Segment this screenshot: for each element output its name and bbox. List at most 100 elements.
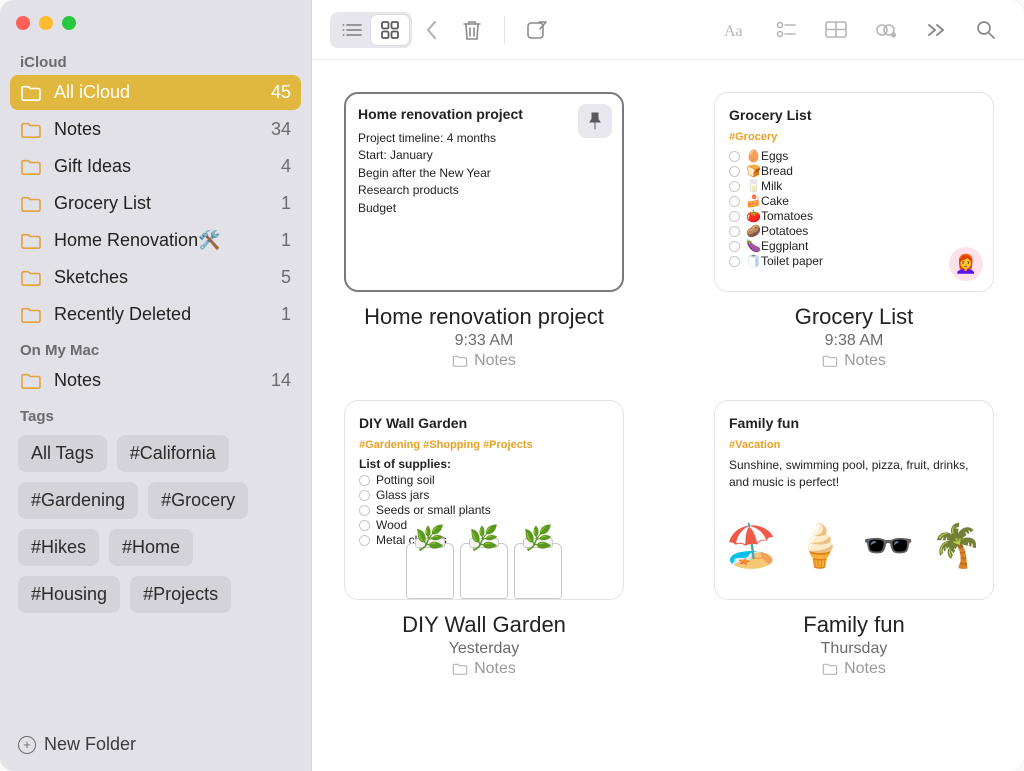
close-window-button[interactable] [16,16,30,30]
toolbar: Aa + [312,0,1024,60]
card-line: Research products [358,182,610,199]
tag-pill[interactable]: #Home [109,529,193,566]
checklist-item: 🍰Cake [729,194,979,208]
note-title: Grocery List [795,304,914,330]
shared-avatar: 👩‍🦰 [949,247,983,281]
plus-circle-icon: + [18,736,36,754]
note-location-label: Notes [844,352,886,370]
tags-section-label: Tags [10,398,301,429]
note-location: Notes [452,660,516,678]
svg-text:+: + [892,33,896,39]
list-icon [342,23,362,37]
note: Home renovation projectProject timeline:… [344,92,624,370]
folder-name: Home Renovation🛠️ [54,230,281,251]
link-icon: + [874,20,898,40]
search-button[interactable] [964,12,1008,48]
trash-icon [462,19,482,41]
sidebar-folder[interactable]: Notes34 [10,112,301,147]
checklist-text: 🥚Eggs [746,149,788,163]
tag-pill[interactable]: #Hikes [18,529,99,566]
sidebar-section-label: iCloud [10,44,301,75]
more-button[interactable] [914,12,958,48]
tag-pill[interactable]: #California [117,435,229,472]
checkbox-icon [729,211,740,222]
sidebar-folder[interactable]: Home Renovation🛠️1 [10,223,301,258]
folder-icon [20,269,42,287]
minimize-window-button[interactable] [39,16,53,30]
sidebar-folder[interactable]: Notes14 [10,363,301,398]
checkbox-icon [729,196,740,207]
folder-name: Notes [54,370,271,391]
note: DIY Wall Garden#Gardening #Shopping #Pro… [344,400,624,678]
folder-icon [20,232,42,250]
card-title: Grocery List [729,107,979,123]
checkbox-icon [729,151,740,162]
note-card[interactable]: Home renovation projectProject timeline:… [344,92,624,292]
folder-name: Recently Deleted [54,304,281,325]
list-view-button[interactable] [333,15,371,45]
main-area: Aa + Home renovation projectProject time… [312,0,1024,771]
note-location: Notes [452,352,516,370]
chevron-double-right-icon [926,23,946,37]
link-button[interactable]: + [864,12,908,48]
note-card[interactable]: DIY Wall Garden#Gardening #Shopping #Pro… [344,400,624,600]
folder-icon [20,306,42,324]
card-line: Budget [358,200,610,217]
search-icon [976,20,996,40]
checklist-item: 🥛Milk [729,179,979,193]
back-button[interactable] [418,19,444,41]
sidebar-folder[interactable]: Grocery List1 [10,186,301,221]
checklist-text: Glass jars [376,488,429,502]
note-time: Thursday [821,640,888,658]
checklist-text: 🍆Eggplant [746,239,808,253]
tag-pill[interactable]: #Housing [18,576,120,613]
sidebar-folder[interactable]: Gift Ideas4 [10,149,301,184]
card-line: Start: January [358,147,610,164]
checklist-icon [776,21,796,39]
checklist-item: 🥔Potatoes [729,224,979,238]
checklist-button[interactable] [764,12,808,48]
card-title: Family fun [729,415,979,431]
folder-name: Notes [54,119,271,140]
note-location-label: Notes [474,660,516,678]
sidebar: iCloud All iCloud45 Notes34 Gift Ideas4 … [0,0,312,771]
pin-icon [588,112,602,130]
tag-pill[interactable]: All Tags [18,435,107,472]
checkbox-icon [729,166,740,177]
card-body: Project timeline: 4 monthsStart: January… [358,130,610,217]
tag-pill[interactable]: #Grocery [148,482,248,519]
tag-pill[interactable]: #Projects [130,576,231,613]
checklist-text: 🧻Toilet paper [746,254,823,268]
folder-count: 4 [281,156,291,177]
tag-pill[interactable]: #Gardening [18,482,138,519]
compose-button[interactable] [515,12,559,48]
card-line: Begin after the New Year [358,165,610,182]
sidebar-folder[interactable]: Sketches5 [10,260,301,295]
grid-view-button[interactable] [371,15,409,45]
card-illustration: 🌿 🌿 🌿 [345,529,623,599]
note-card[interactable]: Family fun#VacationSunshine, swimming po… [714,400,994,600]
checkbox-icon [729,226,740,237]
card-line: Sunshine, swimming pool, pizza, fruit, d… [729,457,979,492]
checklist-item: 🍞Bread [729,164,979,178]
checkbox-icon [359,490,370,501]
zoom-window-button[interactable] [62,16,76,30]
format-button[interactable]: Aa [714,12,758,48]
checkbox-icon [359,505,370,516]
folder-count: 1 [281,304,291,325]
card-body: Sunshine, swimming pool, pizza, fruit, d… [729,457,979,492]
folder-icon [20,121,42,139]
note-time: 9:33 AM [455,332,514,350]
new-folder-button[interactable]: + New Folder [10,724,301,761]
note-card[interactable]: Grocery List#Grocery 🥚Eggs 🍞Bread 🥛Milk … [714,92,994,292]
table-button[interactable] [814,12,858,48]
card-line: Project timeline: 4 months [358,130,610,147]
checklist-text: 🍰Cake [746,194,789,208]
delete-button[interactable] [450,12,494,48]
checkbox-icon [729,181,740,192]
sidebar-folder[interactable]: Recently Deleted1 [10,297,301,332]
sidebar-folder[interactable]: All iCloud45 [10,75,301,110]
note-title: Family fun [803,612,904,638]
chevron-left-icon [424,19,438,41]
compose-icon [526,19,548,41]
